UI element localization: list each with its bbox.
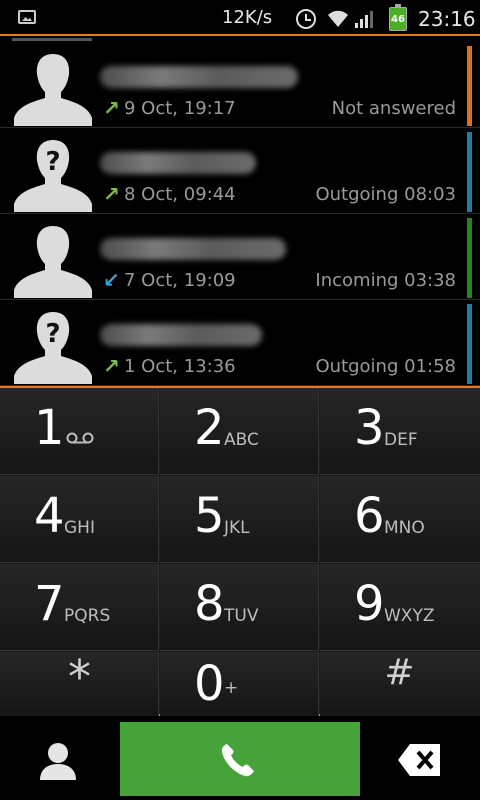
outgoing-call-icon: ↗ <box>103 182 120 206</box>
call-type-indicator <box>467 304 472 384</box>
call-status: Incoming 03:38 <box>315 270 456 291</box>
key-letters: GHI <box>64 518 95 538</box>
call-date: 8 Oct, 09:44 <box>124 184 236 205</box>
key-letters: JKL <box>224 518 250 538</box>
dial-key-3[interactable]: 3 DEF <box>320 388 480 475</box>
key-letters: TUV <box>224 606 259 626</box>
voicemail-icon <box>66 432 94 444</box>
outgoing-call-icon: ↗ <box>103 96 120 120</box>
dialpad: 1 2 ABC 3 DEF 4 GHI 5 JKL 6 MNO 7 PQRS 8… <box>0 386 480 716</box>
call-log-row[interactable]: ↗ 9 Oct, 19:17 Not answered <box>0 42 480 128</box>
key-letters: PQRS <box>64 606 111 626</box>
dial-key-5[interactable]: 5 JKL <box>160 476 319 563</box>
svg-text:?: ? <box>45 147 60 177</box>
call-date: 7 Oct, 19:09 <box>124 270 236 291</box>
dial-key-7[interactable]: 7 PQRS <box>0 564 159 651</box>
key-digit: 2 <box>194 400 225 456</box>
call-log-row[interactable]: ? ↗ 1 Oct, 13:36 Outgoing 01:58 <box>0 300 480 386</box>
dial-key-2[interactable]: 2 ABC <box>160 388 319 475</box>
dial-key-0[interactable]: 0 + <box>160 652 319 716</box>
battery-icon: 46 <box>389 4 407 31</box>
call-type-indicator <box>467 46 472 126</box>
dial-key-hash[interactable]: # <box>320 652 480 716</box>
contact-name-redacted <box>100 238 286 260</box>
key-digit: 4 <box>34 488 65 544</box>
unknown-contact-avatar-icon[interactable]: ? <box>12 134 94 212</box>
call-date: 9 Oct, 19:17 <box>124 98 236 119</box>
contact-name-redacted <box>100 66 298 88</box>
outgoing-call-icon: ↗ <box>103 354 120 378</box>
key-digit: 6 <box>354 488 385 544</box>
call-date: 1 Oct, 13:36 <box>124 356 236 377</box>
clock: 23:16 <box>418 7 476 31</box>
key-digit: * <box>68 650 91 704</box>
key-digit: 9 <box>354 576 385 632</box>
incoming-call-icon: ↙ <box>103 268 120 292</box>
contact-avatar-icon[interactable] <box>12 48 94 126</box>
dial-key-6[interactable]: 6 MNO <box>320 476 480 563</box>
status-bar: 12K/s 46 23:16 <box>0 0 480 36</box>
call-status: Outgoing 01:58 <box>315 356 456 377</box>
dial-key-star[interactable]: * <box>0 650 159 716</box>
unknown-contact-avatar-icon[interactable]: ? <box>12 306 94 384</box>
dial-key-8[interactable]: 8 TUV <box>160 564 319 651</box>
dial-key-1[interactable]: 1 <box>0 388 159 475</box>
call-status: Outgoing 08:03 <box>315 184 456 205</box>
key-digit: 5 <box>194 488 225 544</box>
call-type-indicator <box>467 218 472 298</box>
contact-name-redacted <box>100 152 256 174</box>
call-type-indicator <box>467 132 472 212</box>
key-digit: 0 <box>194 656 225 712</box>
key-letters: MNO <box>384 518 425 538</box>
svg-text:?: ? <box>45 319 60 349</box>
signal-icon <box>355 11 373 28</box>
dial-key-4[interactable]: 4 GHI <box>0 476 159 563</box>
gallery-notification-icon <box>18 10 36 24</box>
call-log-row[interactable]: ↙ 7 Oct, 19:09 Incoming 03:38 <box>0 214 480 300</box>
call-button[interactable] <box>120 722 360 796</box>
key-digit: 7 <box>34 576 65 632</box>
contacts-icon[interactable] <box>28 736 88 786</box>
key-digit: # <box>384 652 415 693</box>
wifi-icon <box>328 10 348 28</box>
call-log-row[interactable]: ? ↗ 8 Oct, 09:44 Outgoing 08:03 <box>0 128 480 214</box>
key-letters: WXYZ <box>384 606 435 626</box>
key-digit: 8 <box>194 576 225 632</box>
key-digit: 1 <box>34 400 65 456</box>
scroll-remnant <box>12 38 92 41</box>
call-status: Not answered <box>331 98 456 119</box>
dial-key-9[interactable]: 9 WXYZ <box>320 564 480 651</box>
key-letters: DEF <box>384 430 418 450</box>
contact-name-redacted <box>100 324 262 346</box>
call-log-list[interactable]: ↗ 9 Oct, 19:17 Not answered ? ↗ 8 Oct, 0… <box>0 38 480 386</box>
network-speed: 12K/s <box>222 7 273 28</box>
contact-avatar-icon[interactable] <box>12 220 94 298</box>
bottom-action-bar <box>0 718 480 800</box>
backspace-icon[interactable] <box>396 740 442 780</box>
key-digit: 3 <box>354 400 385 456</box>
key-letters: ABC <box>224 430 259 450</box>
key-letters: + <box>224 678 239 698</box>
phone-icon <box>221 744 254 777</box>
alarm-icon <box>296 9 316 29</box>
